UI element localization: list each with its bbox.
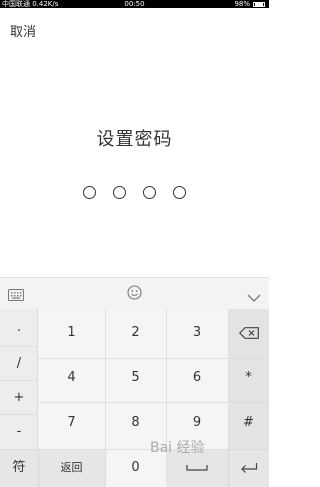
key-1[interactable]: 1: [38, 315, 105, 351]
battery-percent: 98%: [234, 0, 250, 8]
pin-dot: [143, 186, 156, 199]
key-asterisk[interactable]: *: [228, 360, 269, 396]
key-5[interactable]: 5: [105, 360, 166, 396]
status-time: 00:50: [124, 0, 145, 8]
divider: [38, 358, 269, 359]
key-9[interactable]: 9: [166, 405, 228, 441]
chevron-down-icon[interactable]: [247, 288, 261, 307]
key-3[interactable]: 3: [166, 315, 228, 351]
watermark: Bai 经验: [150, 440, 205, 456]
key-minus[interactable]: -: [0, 415, 38, 449]
symbol-column: . / + -: [0, 309, 38, 449]
key-slash[interactable]: /: [0, 347, 38, 381]
emoji-icon[interactable]: [127, 285, 142, 304]
key-8[interactable]: 8: [105, 405, 166, 441]
key-hash[interactable]: #: [228, 405, 269, 441]
back-key[interactable]: 返回: [38, 450, 105, 486]
enter-icon: [240, 462, 257, 473]
cancel-button[interactable]: 取消: [10, 21, 36, 40]
delete-button[interactable]: [228, 315, 269, 351]
key-6[interactable]: 6: [166, 360, 228, 396]
pin-dot: [173, 186, 186, 199]
battery-icon: [253, 1, 265, 7]
keyboard-icon[interactable]: [8, 286, 24, 305]
pin-dot: [113, 186, 126, 199]
key-dot[interactable]: .: [0, 309, 38, 347]
divider: [38, 402, 269, 403]
key-4[interactable]: 4: [38, 360, 105, 396]
backspace-icon: [238, 326, 259, 339]
status-bar: 中国联通 0.42K/s 00:50 98%: [0, 0, 269, 8]
key-2[interactable]: 2: [105, 315, 166, 351]
space-icon: [186, 464, 208, 471]
key-7[interactable]: 7: [38, 405, 105, 441]
key-plus[interactable]: +: [0, 381, 38, 415]
page-title: 设置密码: [96, 129, 173, 150]
pin-indicator: [83, 186, 193, 202]
status-battery: 98%: [234, 0, 265, 8]
keyboard-toolbar: [0, 277, 269, 309]
pin-dot: [83, 186, 96, 199]
symbol-key[interactable]: 符: [0, 450, 38, 486]
numeric-keyboard: . / + - 1 2 3 4 5 6 7 8 9 * # 符 返回 0: [0, 309, 269, 487]
enter-key[interactable]: [228, 450, 269, 486]
